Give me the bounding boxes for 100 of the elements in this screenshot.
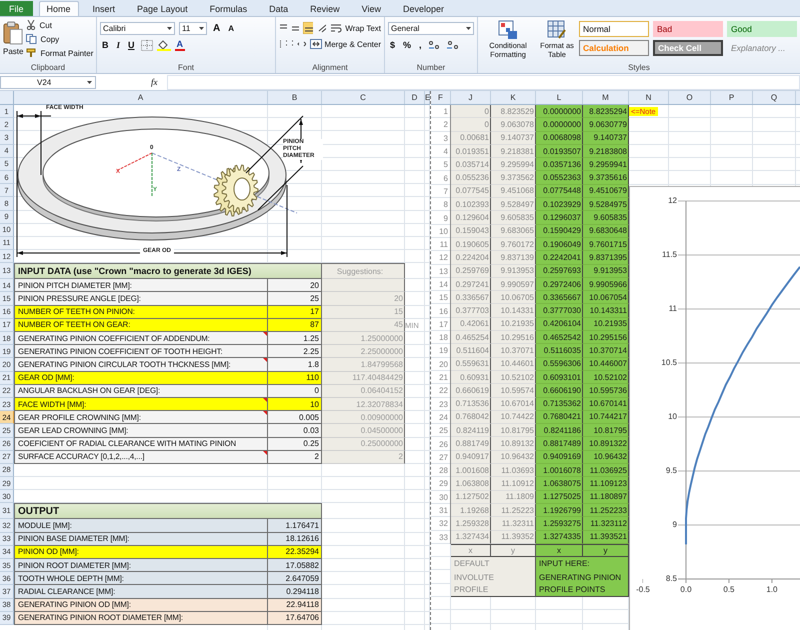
- input-field[interactable]: 1.2593275: [536, 517, 583, 530]
- input-field[interactable]: 1.0016078: [536, 464, 583, 478]
- input-field[interactable]: 0.005: [268, 411, 322, 424]
- ribbon-tab[interactable]: Review: [302, 1, 348, 16]
- input-field[interactable]: 0.4652542: [536, 331, 583, 344]
- input-field[interactable]: 0.0357136: [536, 158, 583, 172]
- input-field[interactable]: 0.9409169: [536, 450, 583, 464]
- input-field[interactable]: 9.6830648: [583, 224, 629, 238]
- column-header[interactable]: A: [14, 91, 268, 104]
- formula-input-field[interactable]: [166, 74, 800, 90]
- input-field[interactable]: 0.0193507: [536, 144, 583, 158]
- format-painter-button[interactable]: Format Painter: [26, 47, 94, 59]
- input-field[interactable]: 10.21935: [583, 318, 629, 332]
- column-header[interactable]: P: [711, 91, 753, 104]
- input-field[interactable]: 10.670141: [583, 398, 629, 411]
- number-format-field[interactable]: General: [388, 22, 474, 35]
- column-header[interactable]: E: [425, 91, 430, 104]
- ribbon-tab[interactable]: Data: [261, 1, 296, 16]
- input-field[interactable]: 0.5596306: [536, 358, 583, 371]
- input-field[interactable]: 0.0552363: [536, 171, 583, 185]
- column-header[interactable]: K: [491, 91, 536, 104]
- input-field[interactable]: 9.913953: [583, 264, 629, 278]
- input-field[interactable]: 0.2242041: [536, 251, 583, 265]
- input-field[interactable]: 11.109123: [583, 477, 629, 491]
- input-field[interactable]: 9.4510679: [583, 184, 629, 198]
- insert-function-button[interactable]: fx: [148, 77, 160, 87]
- input-field[interactable]: 1.25: [268, 332, 322, 346]
- orientation-icon[interactable]: [316, 23, 326, 33]
- input-field[interactable]: 1.0638075: [536, 477, 583, 491]
- decrease-decimal-icon[interactable]: [446, 40, 460, 50]
- borders-icon[interactable]: [140, 40, 153, 50]
- cell-style-button[interactable]: Normal: [579, 21, 649, 37]
- column-header[interactable]: F: [431, 91, 451, 104]
- input-field[interactable]: 9.8371395: [583, 251, 629, 265]
- ribbon-tab[interactable]: Insert: [84, 1, 124, 16]
- input-field[interactable]: 0.2972406: [536, 278, 583, 292]
- increase-decimal-icon[interactable]: [428, 40, 442, 50]
- italic-button[interactable]: I: [114, 39, 122, 51]
- column-header[interactable]: D: [405, 91, 425, 104]
- input-field[interactable]: 10: [268, 398, 322, 412]
- font-color-button[interactable]: A: [174, 40, 186, 50]
- shrink-font-button[interactable]: A: [226, 22, 236, 34]
- copy-button[interactable]: Copy: [26, 33, 94, 45]
- input-field[interactable]: 0.8817489: [536, 437, 583, 451]
- input-field[interactable]: 9.5284975: [583, 198, 629, 212]
- grow-font-button[interactable]: A: [211, 22, 222, 34]
- ribbon-tab[interactable]: Home: [38, 1, 79, 16]
- input-field[interactable]: 10.067054: [583, 291, 629, 304]
- input-field[interactable]: 11.393521: [583, 530, 629, 544]
- input-field[interactable]: 0.0775448: [536, 184, 583, 198]
- column-header[interactable]: L: [536, 91, 583, 104]
- currency-button[interactable]: $: [388, 39, 398, 51]
- input-field[interactable]: 0.5116035: [536, 344, 583, 358]
- comma-button[interactable]: ,: [417, 39, 424, 51]
- input-field[interactable]: 20: [268, 279, 322, 292]
- input-field[interactable]: 10.96432: [583, 450, 629, 464]
- input-field[interactable]: 0.1590429: [536, 224, 583, 238]
- input-field[interactable]: 0.0000000: [536, 105, 583, 118]
- input-field[interactable]: 0.1296037: [536, 211, 583, 225]
- input-field[interactable]: 17: [268, 306, 322, 319]
- input-field[interactable]: 1.1926799: [536, 504, 583, 518]
- input-field[interactable]: 0.0068098: [536, 132, 583, 145]
- font-name-field[interactable]: Calibri: [100, 22, 175, 35]
- column-header[interactable]: M: [583, 91, 629, 104]
- name-box[interactable]: V24: [0, 76, 96, 88]
- input-field[interactable]: 2: [268, 450, 322, 464]
- input-field[interactable]: 10.143311: [583, 304, 629, 318]
- input-field[interactable]: 0.4206104: [536, 318, 583, 332]
- align-bottom-icon[interactable]: [303, 22, 313, 34]
- input-field[interactable]: 0.6606190: [536, 384, 583, 398]
- input-field[interactable]: 87: [268, 318, 322, 332]
- fill-bucket-icon[interactable]: [156, 40, 171, 50]
- input-field[interactable]: 11.323112: [583, 517, 629, 530]
- input-field[interactable]: 0.7135362: [536, 398, 583, 411]
- input-field[interactable]: 9.0630779: [583, 118, 629, 132]
- input-field[interactable]: 0.8241186: [536, 424, 583, 438]
- bold-button[interactable]: B: [100, 39, 110, 51]
- input-field[interactable]: 9.2959941: [583, 158, 629, 172]
- input-field[interactable]: 11.036925: [583, 464, 629, 478]
- ribbon-tab[interactable]: Formulas: [202, 1, 256, 16]
- input-field[interactable]: 9.9905966: [583, 278, 629, 292]
- input-field[interactable]: 9.7601715: [583, 238, 629, 252]
- ribbon-tab[interactable]: File: [0, 1, 33, 16]
- ribbon-tab[interactable]: Developer: [395, 1, 452, 16]
- input-field[interactable]: 10.744217: [583, 410, 629, 424]
- input-field[interactable]: 9.140737: [583, 132, 629, 145]
- cell-style-button[interactable]: Good: [727, 21, 797, 37]
- input-field[interactable]: 0.25: [268, 438, 322, 451]
- input-field[interactable]: 11.252233: [583, 504, 629, 518]
- column-header[interactable]: J: [451, 91, 491, 104]
- column-header[interactable]: C: [322, 91, 405, 104]
- input-field[interactable]: 1.1275025: [536, 490, 583, 504]
- input-field[interactable]: 1.3274335: [536, 530, 583, 544]
- input-field[interactable]: 0.2597693: [536, 264, 583, 278]
- cell-style-button[interactable]: Bad: [653, 21, 723, 37]
- ribbon-tab[interactable]: Page Layout: [129, 1, 196, 16]
- input-field[interactable]: 11.180897: [583, 490, 629, 504]
- merge-center-button[interactable]: Merge & Center: [310, 38, 382, 50]
- column-header[interactable]: O: [669, 91, 711, 104]
- column-header[interactable]: Q: [753, 91, 796, 104]
